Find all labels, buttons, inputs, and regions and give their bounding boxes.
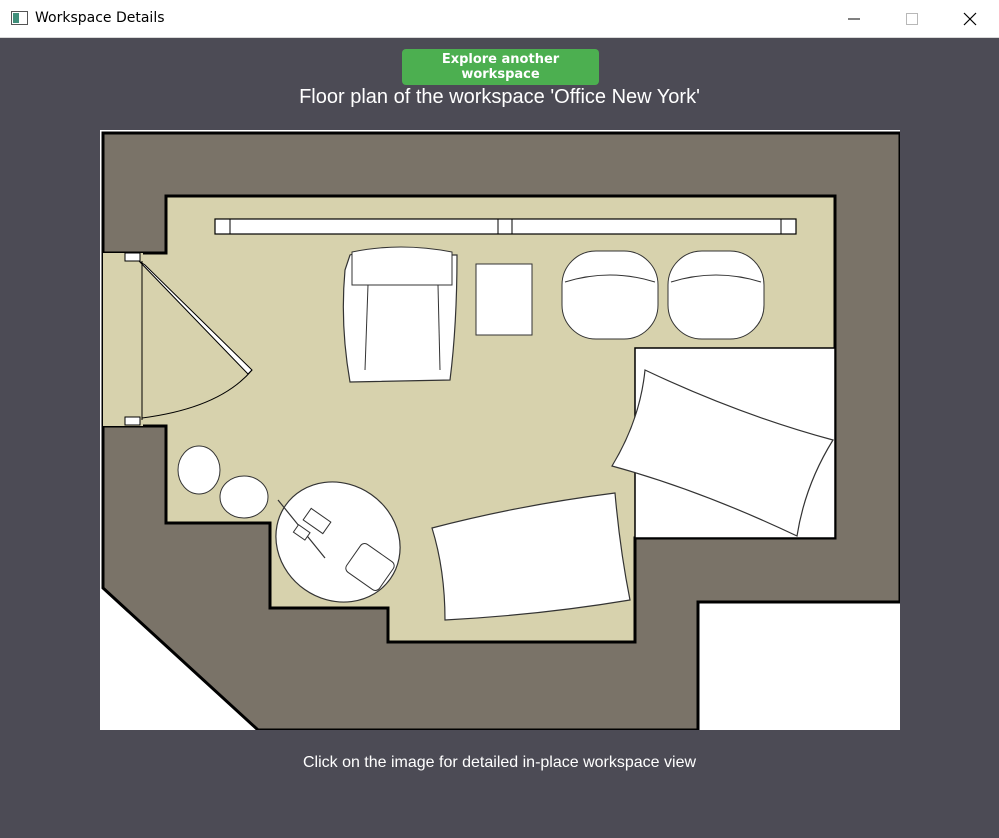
armchair — [342, 246, 458, 383]
minimize-icon — [848, 18, 860, 20]
floorplan-hint: Click on the image for detailed in-place… — [302, 754, 697, 771]
door-opening — [103, 253, 143, 426]
maximize-icon — [906, 13, 918, 25]
window-titlebar: Workspace Details — [0, 0, 999, 38]
floorplan-caption: Floor plan of the workspace 'Office New … — [299, 86, 700, 108]
pouf-right — [667, 250, 765, 340]
close-button[interactable] — [941, 0, 999, 38]
side-table — [475, 263, 533, 336]
stool-1 — [177, 445, 221, 495]
stool-2 — [219, 475, 269, 519]
explore-another-workspace-button[interactable]: Explore another workspace — [402, 49, 599, 85]
close-icon — [963, 12, 977, 26]
minimize-button[interactable] — [825, 0, 883, 38]
wall-shelf — [214, 218, 797, 235]
floorplan-image[interactable] — [100, 130, 900, 730]
window-title: Workspace Details — [35, 10, 165, 26]
maximize-button[interactable] — [883, 0, 941, 38]
pouf-left — [561, 250, 659, 340]
app-window-icon — [11, 11, 28, 25]
